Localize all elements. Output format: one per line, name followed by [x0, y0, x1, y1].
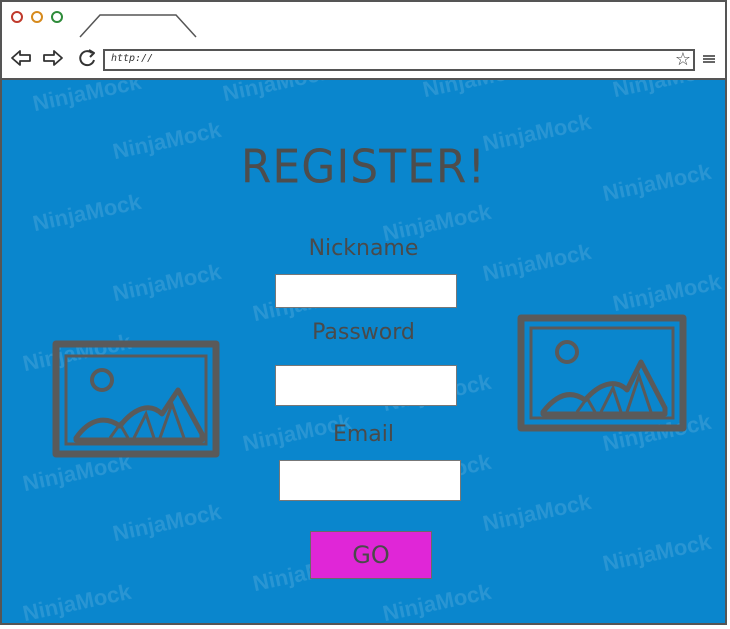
hamburger-menu-icon[interactable]	[702, 53, 716, 65]
address-bar[interactable]: http:// ☆	[103, 49, 695, 71]
watermark-text: NinjaMock	[480, 488, 594, 537]
browser-window: http:// ☆ NinjaMock NinjaMock NinjaMock …	[0, 0, 727, 625]
nickname-label: Nickname	[308, 236, 419, 261]
forward-arrow-icon[interactable]	[42, 48, 64, 68]
image-placeholder-icon	[517, 314, 687, 432]
watermark-text: NinjaMock	[220, 80, 334, 107]
minimize-window-icon[interactable]	[31, 11, 43, 23]
watermark-text: NinjaMock	[30, 80, 144, 117]
url-text: http://	[111, 53, 154, 64]
password-input[interactable]	[275, 365, 457, 406]
go-button[interactable]: GO	[310, 531, 432, 579]
watermark-text: NinjaMock	[110, 498, 224, 547]
nickname-input[interactable]	[275, 274, 457, 308]
watermark-text: NinjaMock	[420, 80, 533, 103]
watermark-text: NinjaMock	[610, 80, 723, 103]
page-title: REGISTER!	[240, 140, 487, 195]
watermark-text: NinjaMock	[600, 528, 714, 577]
email-input[interactable]	[279, 460, 461, 501]
reload-icon[interactable]	[76, 48, 98, 68]
title-bar	[2, 2, 725, 40]
watermark-text: NinjaMock	[380, 578, 494, 623]
watermark-text: NinjaMock	[20, 578, 134, 623]
maximize-window-icon[interactable]	[51, 11, 63, 23]
image-placeholder-icon	[52, 340, 220, 458]
watermark-text: NinjaMock	[610, 268, 724, 317]
watermark-text: NinjaMock	[30, 188, 144, 237]
browser-tab[interactable]	[78, 12, 198, 38]
star-icon[interactable]: ☆	[675, 50, 691, 70]
page-content: NinjaMock NinjaMock NinjaMock NinjaMock …	[2, 80, 725, 623]
back-arrow-icon[interactable]	[10, 48, 32, 68]
browser-toolbar: http:// ☆	[2, 38, 725, 80]
watermark-text: NinjaMock	[110, 258, 224, 307]
close-window-icon[interactable]	[11, 11, 23, 23]
